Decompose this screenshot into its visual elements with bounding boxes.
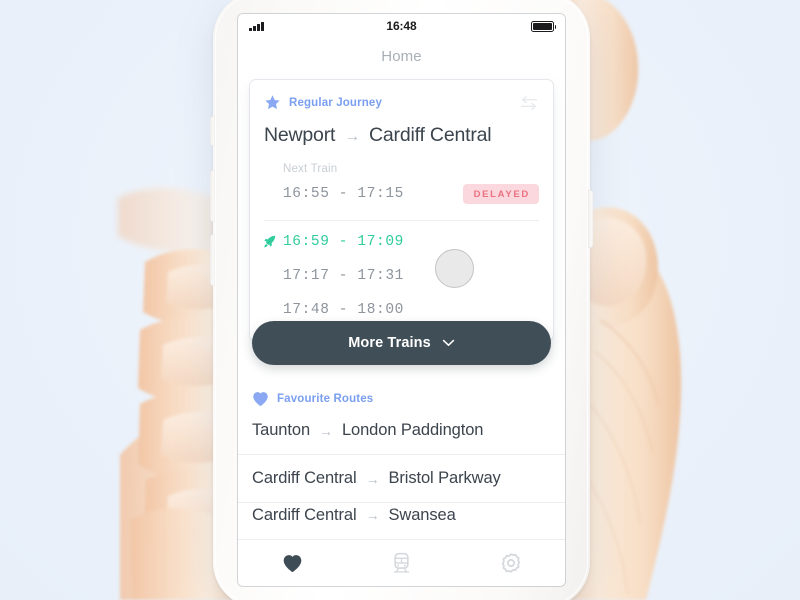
- favourite-routes-section: Favourite Routes Taunton → London Paddin…: [238, 391, 565, 527]
- status-badge: DELAYED: [462, 184, 539, 204]
- regular-journey-card[interactable]: Regular Journey Newport → Cardiff Centra…: [250, 80, 553, 341]
- bottom-tab-bar: [238, 539, 565, 586]
- next-train-label: Next Train: [283, 163, 338, 175]
- favourite-route-row[interactable]: Cardiff Central → Bristol Parkway: [238, 455, 565, 503]
- status-bar-time: 16:48: [386, 19, 417, 33]
- next-train-row[interactable]: 16:55 - 17:15 DELAYED: [283, 177, 539, 211]
- favourite-origin: Taunton: [252, 421, 311, 439]
- route-arrow-icon: →: [344, 128, 361, 145]
- departure-time: 17:48 - 18:00: [283, 302, 404, 318]
- navigation-bar: Home: [238, 38, 565, 74]
- star-icon: [265, 95, 280, 110]
- favourite-destination: London Paddington: [341, 421, 484, 439]
- departure-time: 17:17 - 17:31: [283, 268, 404, 284]
- route-arrow-icon: →: [365, 507, 380, 523]
- more-trains-button[interactable]: More Trains: [252, 321, 551, 365]
- phone-screen: 16:48 Home Regular Journey Newport → Car…: [238, 14, 565, 586]
- swap-arrows-icon[interactable]: [519, 95, 539, 111]
- favourites-header: Favourite Routes: [238, 391, 565, 407]
- route-arrow-icon: →: [365, 470, 380, 487]
- battery-full-icon: [531, 20, 556, 32]
- volume-up-button[interactable]: [210, 170, 215, 222]
- tab-favourites[interactable]: [238, 554, 347, 573]
- status-bar: 16:48: [238, 14, 565, 38]
- favourites-label: Favourite Routes: [277, 393, 374, 405]
- tab-settings[interactable]: [456, 552, 565, 574]
- card-divider: [264, 220, 539, 221]
- card-header: Regular Journey: [264, 94, 539, 111]
- power-button[interactable]: [588, 190, 593, 248]
- favourite-route-row[interactable]: Taunton → London Paddington: [238, 407, 565, 455]
- heart-icon: [283, 554, 302, 572]
- departure-row[interactable]: 16:59 - 17:09: [264, 225, 539, 259]
- favourite-origin: Cardiff Central: [252, 505, 357, 524]
- scene-backdrop: 16:48 Home Regular Journey Newport → Car…: [0, 0, 800, 600]
- train-icon: [393, 552, 410, 573]
- route-destination: Cardiff Central: [369, 124, 492, 146]
- volume-down-button[interactable]: [210, 234, 215, 286]
- favourite-route-row[interactable]: Cardiff Central → Swansea: [238, 503, 565, 527]
- gear-icon: [501, 553, 520, 573]
- favourite-origin: Cardiff Central: [252, 469, 357, 487]
- journey-route: Newport → Cardiff Central: [264, 124, 539, 147]
- silent-switch[interactable]: [210, 116, 215, 146]
- departure-row[interactable]: 17:17 - 17:31: [283, 259, 539, 293]
- cursor-indicator: [435, 249, 474, 288]
- favourite-destination: Swansea: [388, 505, 456, 524]
- more-trains-label: More Trains: [348, 335, 431, 351]
- next-train-time: 16:55 - 17:15: [283, 186, 404, 202]
- rocket-icon: [264, 235, 276, 248]
- phone-device: 16:48 Home Regular Journey Newport → Car…: [210, 0, 593, 600]
- page-title: Home: [381, 47, 422, 65]
- route-arrow-icon: →: [319, 422, 333, 439]
- chevron-down-icon: [442, 339, 454, 347]
- route-origin: Newport: [264, 124, 336, 146]
- card-tag-label: Regular Journey: [289, 96, 382, 109]
- heart-icon: [253, 392, 268, 407]
- favourite-destination: Bristol Parkway: [388, 469, 501, 487]
- scroll-content: Regular Journey Newport → Cardiff Centra…: [238, 80, 565, 545]
- departure-time: 16:59 - 17:09: [283, 234, 404, 250]
- tab-trains[interactable]: [347, 552, 456, 574]
